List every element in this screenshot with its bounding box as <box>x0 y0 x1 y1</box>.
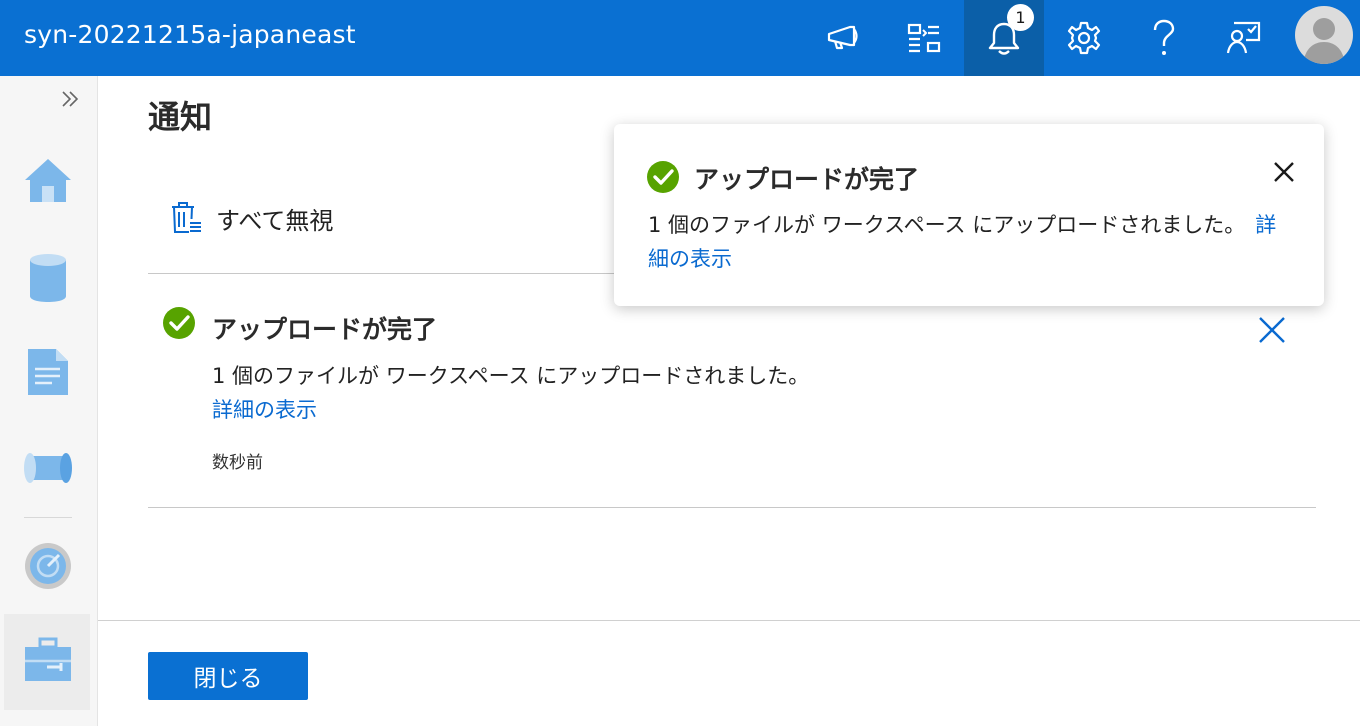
megaphone-icon <box>827 25 858 50</box>
footer-divider <box>98 620 1360 621</box>
trash-icon <box>172 202 201 233</box>
user-avatar-icon <box>1303 18 1345 64</box>
toast-title: アップロードが完了 <box>694 165 920 194</box>
nav-develop[interactable] <box>20 344 76 400</box>
expand-nav-button[interactable] <box>60 90 80 112</box>
develop-icon <box>28 349 68 395</box>
avatar[interactable] <box>1295 6 1353 64</box>
success-check-icon <box>163 307 195 339</box>
notification-count-badge: 1 <box>1007 4 1034 31</box>
directory-switch-button[interactable] <box>884 0 964 76</box>
manage-icon <box>25 637 71 681</box>
directory-switch-icon <box>907 23 941 53</box>
toast-notification: アップロードが完了 1 個のファイルが ワークスペース にアップロードされました… <box>614 124 1324 306</box>
view-details-link[interactable]: 詳細の表示 <box>212 394 317 424</box>
gear-icon <box>1067 21 1101 55</box>
dismiss-all-button[interactable]: すべて無視 <box>170 198 333 238</box>
notification-message: 1 個のファイルが ワークスペース にアップロードされました。 <box>212 364 810 388</box>
toast-message-block: 1 個のファイルが ワークスペース にアップロードされました。 詳細の表示 <box>648 208 1288 276</box>
divider <box>148 507 1316 508</box>
nav-data[interactable] <box>20 250 76 306</box>
double-chevron-right-icon <box>62 91 79 107</box>
toast-message: 1 個のファイルが ワークスペース にアップロードされました。 <box>648 213 1246 237</box>
close-button[interactable]: 閉じる <box>148 652 308 700</box>
toast-close-button[interactable] <box>1270 158 1298 186</box>
nav-monitor[interactable] <box>20 538 76 594</box>
home-icon <box>25 159 71 202</box>
top-bar: syn-20221215a-japaneast 1 <box>0 0 1360 76</box>
help-icon <box>1153 19 1175 55</box>
nav-manage[interactable] <box>20 632 76 688</box>
dismiss-notification-button[interactable] <box>1256 314 1288 346</box>
data-icon <box>30 254 66 302</box>
left-navigation-rail <box>0 76 98 726</box>
notifications-button[interactable]: 1 <box>964 0 1044 76</box>
close-icon <box>1259 317 1285 343</box>
nav-home[interactable] <box>20 152 76 208</box>
dismiss-all-label: すべて無視 <box>216 206 334 235</box>
feedback-button[interactable] <box>1204 0 1284 76</box>
notification-timestamp: 数秒前 <box>212 453 263 473</box>
success-check-icon <box>647 161 679 193</box>
settings-button[interactable] <box>1044 0 1124 76</box>
help-button[interactable] <box>1124 0 1204 76</box>
notification-title: アップロードが完了 <box>212 315 438 344</box>
workspace-name: syn-20221215a-japaneast <box>24 20 356 49</box>
rail-divider <box>24 517 72 518</box>
nav-integrate[interactable] <box>20 440 76 496</box>
integrate-icon <box>24 453 72 483</box>
panel-title: 通知 <box>148 98 213 136</box>
notification-item: アップロードが完了 1 個のファイルが ワークスペース にアップロードされました… <box>160 306 1300 486</box>
close-icon <box>1274 162 1294 182</box>
feedback-icon <box>1226 21 1261 54</box>
monitor-icon <box>25 543 71 589</box>
announcements-button[interactable] <box>804 0 884 76</box>
